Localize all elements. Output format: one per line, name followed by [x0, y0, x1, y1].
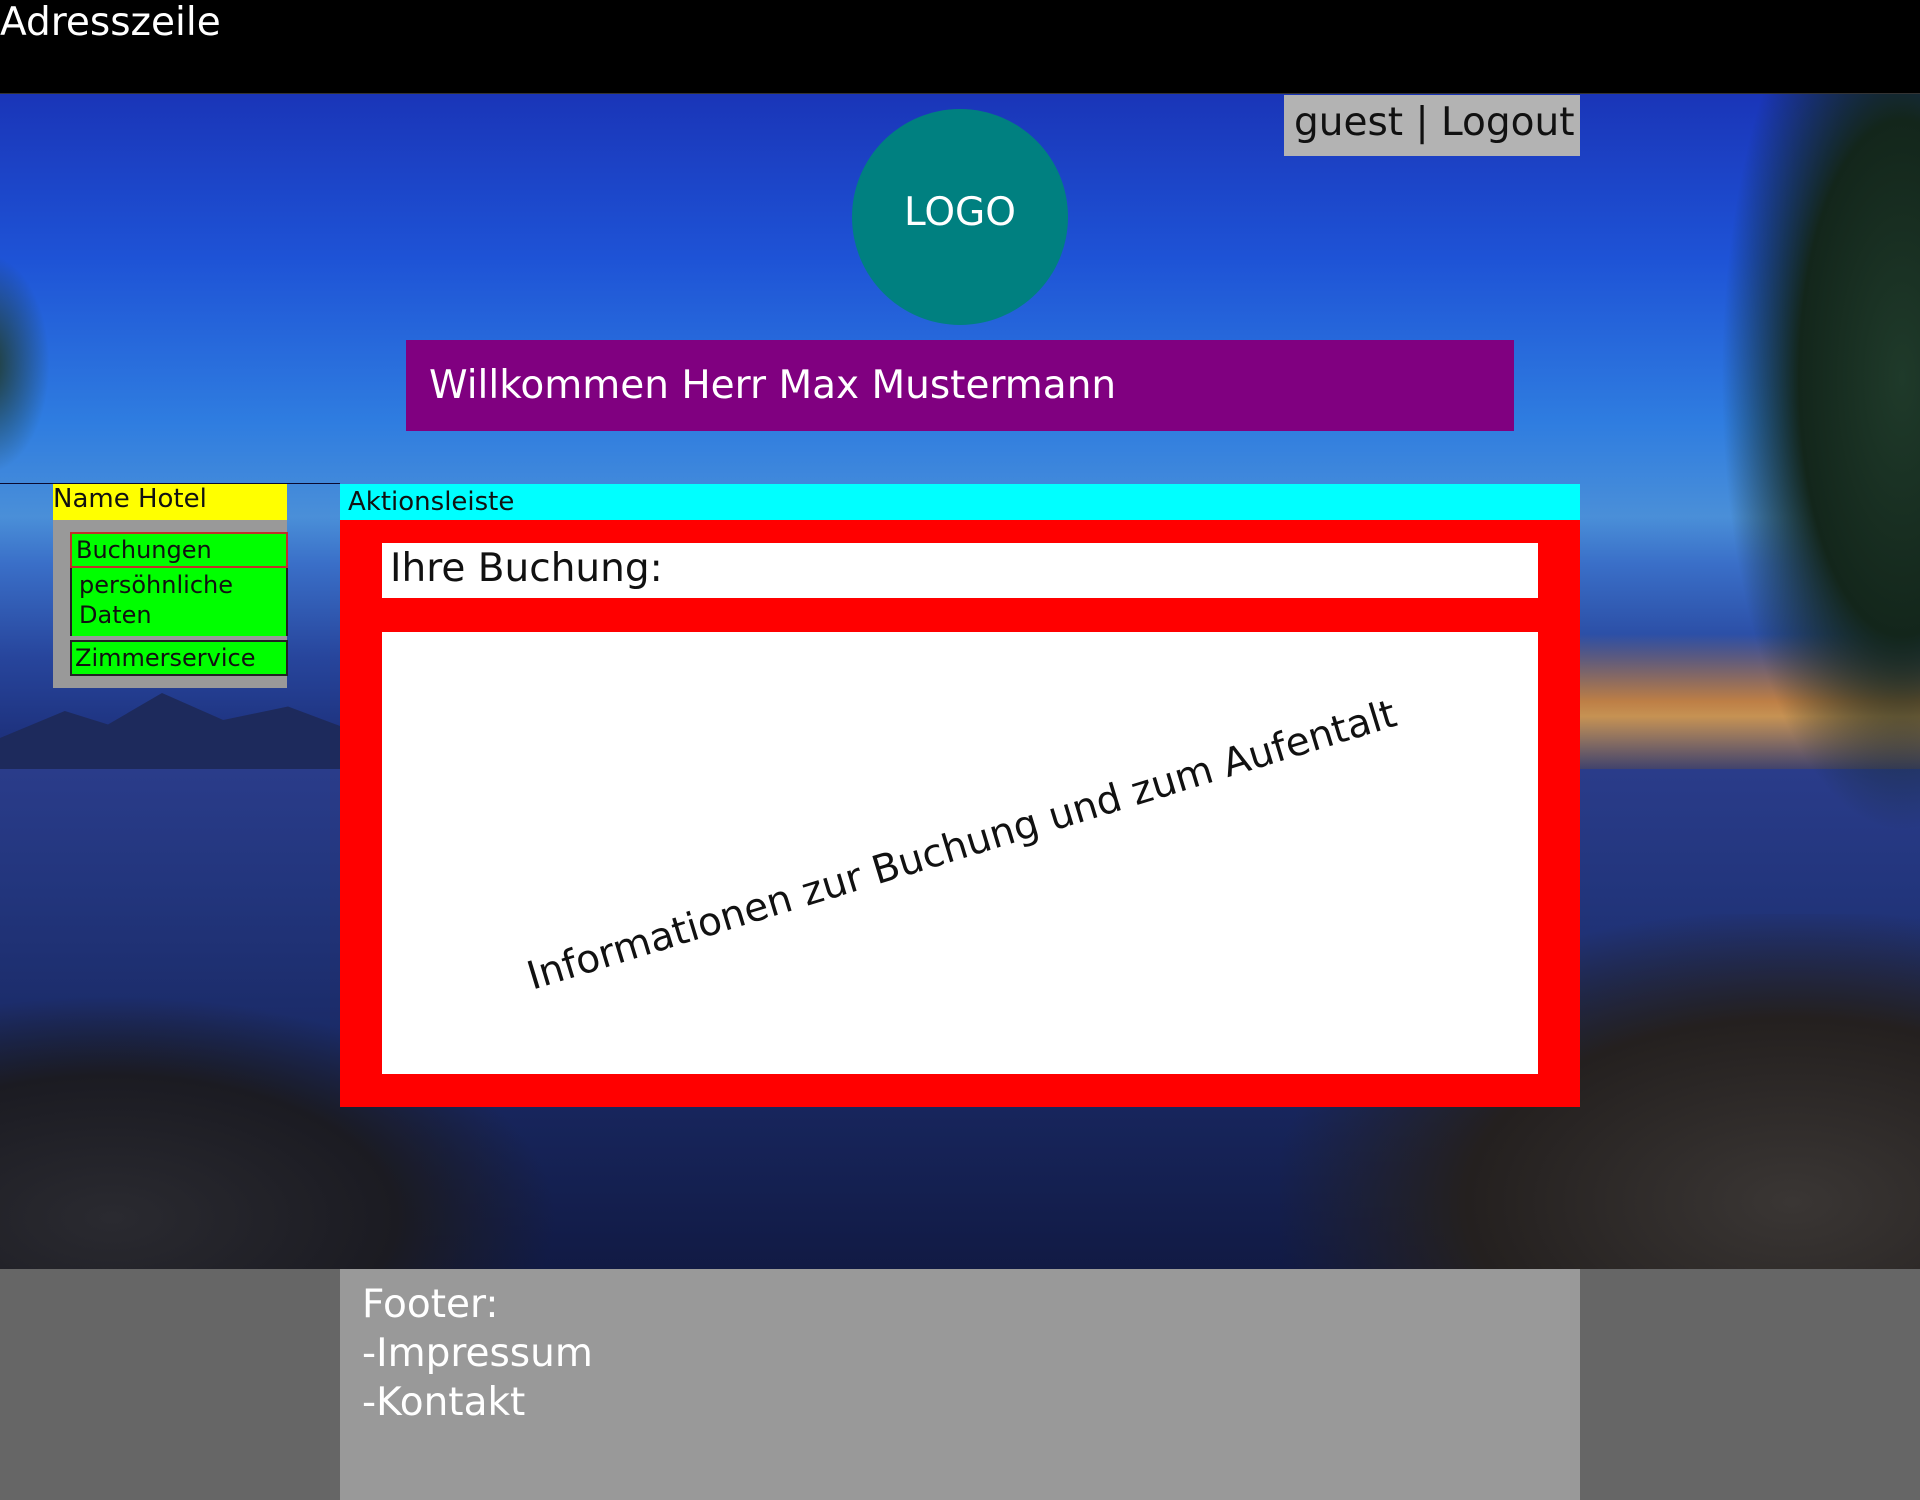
login-status-text[interactable]: guest | Logout [1294, 99, 1575, 147]
sidebar-item-persoenliche-daten[interactable]: persöhnliche Daten [70, 568, 288, 636]
footer-link-kontakt[interactable]: -Kontakt [362, 1378, 525, 1427]
action-bar-label: Aktionsleiste [348, 487, 515, 517]
welcome-text: Willkommen Herr Max Mustermann [429, 363, 1117, 408]
hotel-name: Name Hotel [53, 484, 287, 520]
logo-text: LOGO [904, 190, 1016, 235]
address-bar[interactable]: Adresszeile [0, 0, 1920, 94]
sidebar-item-label: Buchungen [76, 536, 212, 564]
tree-silhouette-right [1720, 94, 1920, 834]
booking-heading-box: Ihre Buchung: [382, 543, 1538, 598]
footer: Footer: -Impressum -Kontakt [340, 1269, 1580, 1500]
sidebar-item-label: persöhnliche Daten [79, 571, 233, 629]
footer-title: Footer: [362, 1282, 499, 1327]
footer-link-impressum[interactable]: -Impressum [362, 1329, 593, 1378]
booking-info-box: Informationen zur Buchung und zum Aufent… [382, 632, 1538, 1074]
sidebar-item-zimmerservice[interactable]: Zimmerservice [70, 640, 288, 676]
hotel-name-label: Name Hotel [53, 484, 207, 514]
action-bar[interactable]: Aktionsleiste [340, 484, 1580, 520]
booking-heading: Ihre Buchung: [390, 546, 663, 591]
tree-silhouette-left [0, 254, 50, 474]
welcome-banner: Willkommen Herr Max Mustermann [406, 340, 1514, 431]
booking-info-text: Informationen zur Buchung und zum Aufent… [522, 691, 1402, 1000]
login-status-box[interactable]: guest | Logout [1284, 95, 1580, 156]
address-bar-label: Adresszeile [0, 0, 221, 45]
sidebar-nav: Buchungen persöhnliche Daten Zimmerservi… [53, 520, 288, 688]
mountains [0, 693, 360, 774]
sidebar-item-label: Zimmerservice [75, 644, 256, 672]
logo[interactable]: LOGO [852, 109, 1068, 325]
sidebar-item-buchungen[interactable]: Buchungen [70, 532, 288, 568]
main-content-frame: Ihre Buchung: Informationen zur Buchung … [340, 520, 1580, 1107]
